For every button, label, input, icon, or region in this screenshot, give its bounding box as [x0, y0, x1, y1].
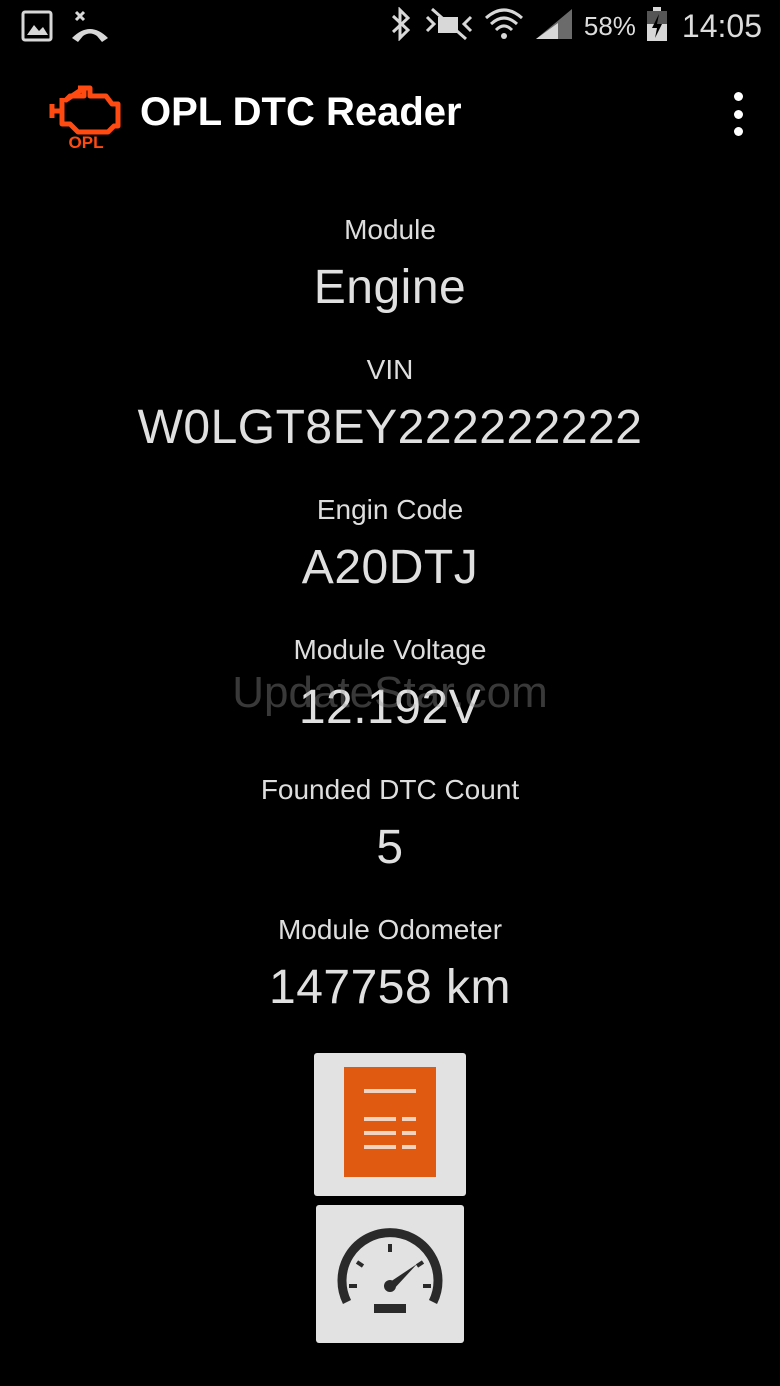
- odometer-label: Module Odometer: [277, 914, 503, 945]
- vin-value: W0LGT8EY222222222: [137, 401, 643, 454]
- voltage-value: 12.192V: [298, 681, 482, 734]
- wifi-icon: [484, 6, 524, 47]
- signal-icon: [534, 7, 574, 46]
- bluetooth-icon: [388, 6, 414, 46]
- engine-code-label: Engin Code: [316, 494, 464, 525]
- module-value: Engine: [313, 261, 467, 314]
- module-label: Module: [344, 214, 436, 245]
- image-icon: [20, 9, 54, 48]
- speedometer-icon: [335, 1224, 445, 1325]
- dtc-count-value: 5: [376, 821, 404, 874]
- voltage-label: Module Voltage: [293, 634, 487, 665]
- app-screen: 58% 14:05 OPL OPL DTC Reader Module Engi…: [0, 0, 780, 1386]
- svg-text:OPL: OPL: [69, 133, 104, 150]
- status-bar: 58% 14:05: [0, 0, 780, 54]
- missed-call-icon: [70, 8, 110, 49]
- vin-info-item: VIN W0LGT8EY222222222: [0, 348, 780, 488]
- document-list-icon: [344, 1067, 436, 1182]
- app-title: OPL DTC Reader: [140, 90, 462, 134]
- dtc-count-label: Founded DTC Count: [260, 774, 520, 805]
- module-info-list: Module Engine VIN W0LGT8EY222222222 Engi…: [0, 208, 780, 1048]
- voltage-info-item: Module Voltage 12.192V: [0, 628, 780, 768]
- app-bar: OPL OPL DTC Reader: [0, 62, 780, 166]
- battery-icon: [646, 6, 668, 47]
- vin-label: VIN: [366, 354, 414, 385]
- live-data-button[interactable]: [316, 1205, 464, 1343]
- battery-percent: 58%: [583, 11, 636, 41]
- status-bar-left: [20, 8, 110, 49]
- status-bar-right: 58% 14:05: [388, 6, 762, 47]
- mute-icon: [424, 7, 474, 46]
- odometer-info-item: Module Odometer 147758 km: [0, 908, 780, 1048]
- dtc-count-info-item: Founded DTC Count 5: [0, 768, 780, 908]
- engine-check-logo-icon: OPL: [48, 80, 124, 152]
- module-info-item: Module Engine: [0, 208, 780, 348]
- odometer-value: 147758 km: [269, 961, 511, 1014]
- engine-code-info-item: Engin Code A20DTJ: [0, 488, 780, 628]
- read-dtc-button[interactable]: [314, 1053, 466, 1196]
- clock: 14:05: [681, 8, 762, 44]
- engine-code-value: A20DTJ: [301, 541, 479, 594]
- overflow-menu-icon[interactable]: [726, 92, 750, 136]
